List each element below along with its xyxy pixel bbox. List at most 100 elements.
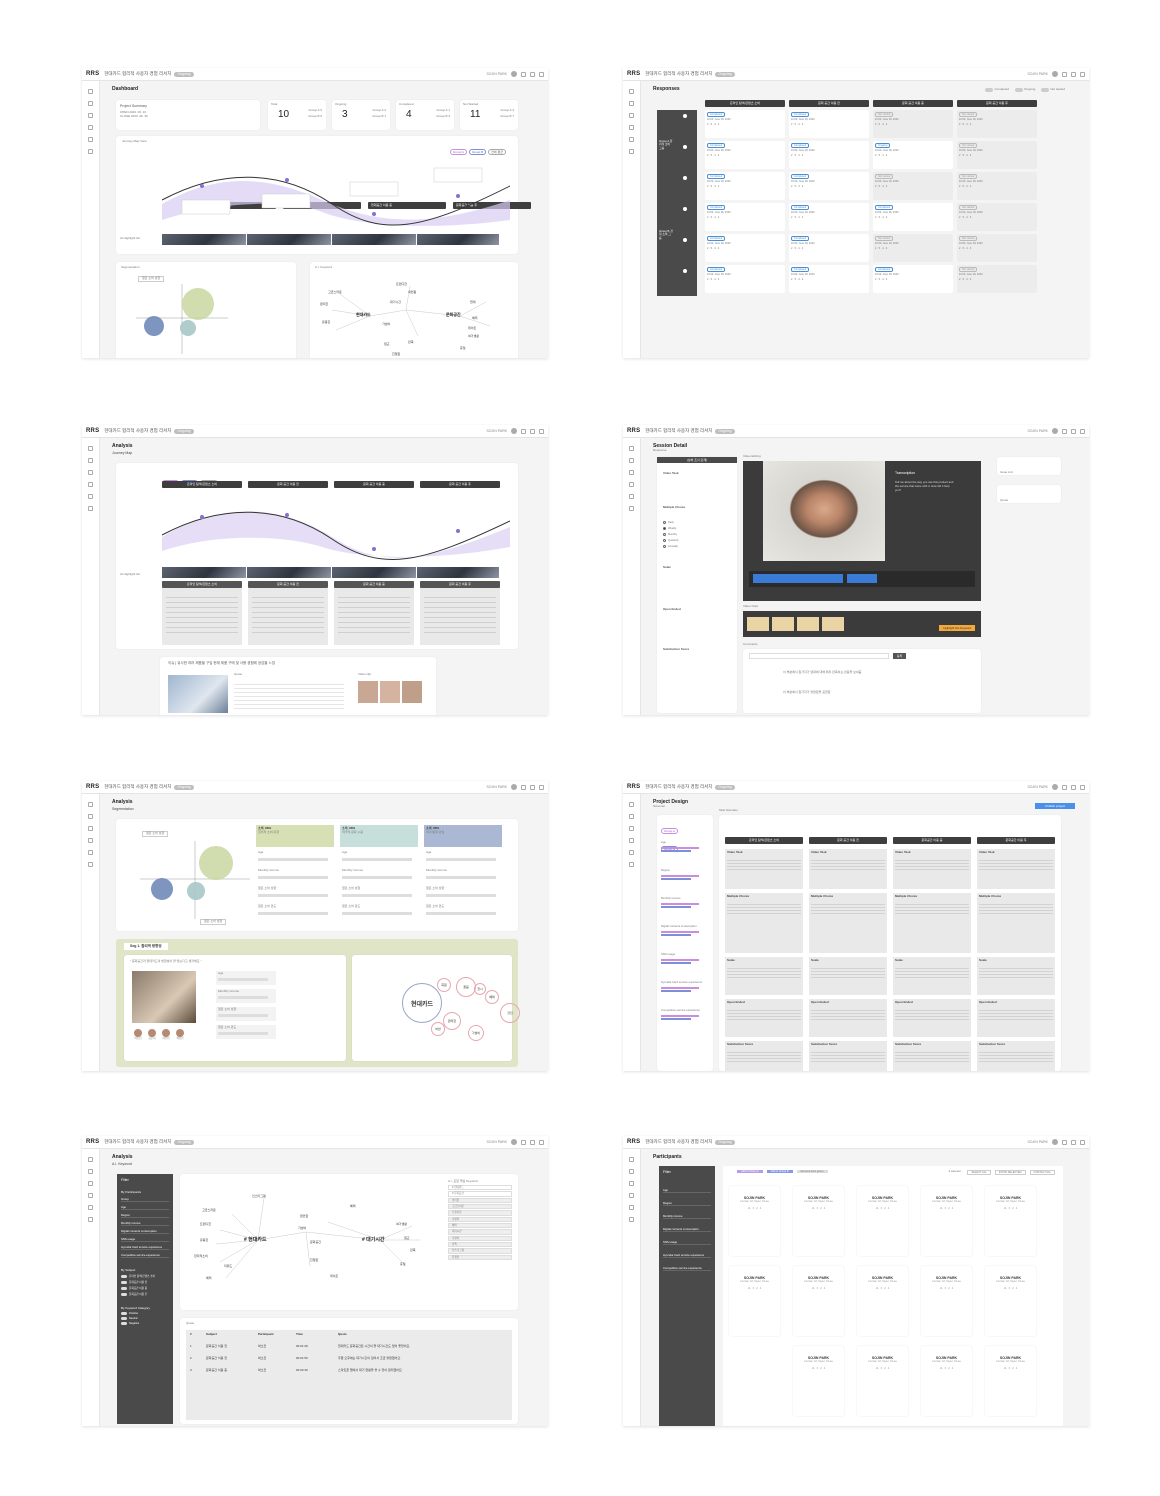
task-card[interactable]: Open Ended xyxy=(893,999,971,1037)
status-toggle[interactable]: Ongoing xyxy=(1014,87,1035,92)
report-icon[interactable] xyxy=(629,850,634,855)
keyword-node[interactable]: 편리한 xyxy=(320,302,328,306)
report-icon[interactable] xyxy=(88,1205,93,1210)
participant-card[interactable]: SOJIN PARK Female, 33, Seoul, Korea 11 · 3… xyxy=(921,1186,972,1256)
keyword-node[interactable]: 현대 xyxy=(470,300,476,304)
task-card[interactable]: Open Ended xyxy=(725,999,803,1037)
criteria-item[interactable]: SNS usage xyxy=(661,952,709,964)
subject-toggle[interactable]: 문화공간 이용 후 xyxy=(121,1292,169,1296)
design-icon[interactable] xyxy=(629,814,634,819)
filter-item[interactable]: Hyundai Card service experience xyxy=(663,1253,711,1258)
keyword-bubble[interactable]: 가성비 xyxy=(468,1025,484,1041)
response-card[interactable]: Not started 10:00, June 18, 2020 2 · 5 · 4… xyxy=(957,265,1037,293)
bell-icon[interactable] xyxy=(1062,428,1067,434)
keyword-list-item[interactable]: 인스타그램 xyxy=(448,1248,512,1254)
subject-toggle[interactable]: 온라인 탐색/콘텐츠 소비 xyxy=(121,1274,169,1278)
category-toggle[interactable]: Neutral xyxy=(121,1317,169,1320)
response-card[interactable]: Completed 10:00, June 18, 2020 2 · 5 · 4 ·… xyxy=(789,172,869,200)
keyword-hub[interactable]: # 현대카드 xyxy=(244,1236,267,1243)
settings-icon[interactable] xyxy=(88,506,93,511)
participant-card[interactable]: SOJIN PARK Female, 33, Seoul, Korea 11 · 3… xyxy=(793,1186,844,1256)
group-action-button[interactable]: Add to Group B xyxy=(766,1170,793,1173)
logout-icon[interactable] xyxy=(1080,784,1085,790)
criteria-item[interactable]: Hyundai Card service experience xyxy=(661,980,709,992)
toggle-switch[interactable] xyxy=(985,88,994,92)
keyword-node[interactable]: 여가생활 xyxy=(396,1222,407,1226)
participant-card[interactable]: SOJIN PARK Female, 33, Seoul, Korea 11 · 3… xyxy=(921,1266,972,1336)
group-a-tag[interactable]: Group A xyxy=(661,828,679,834)
filter-item[interactable]: Region xyxy=(663,1201,711,1206)
status-toggle[interactable]: Completed xyxy=(985,87,1009,92)
report-icon[interactable] xyxy=(88,850,93,855)
keyword-bubble[interactable]: 편리한 xyxy=(443,1012,461,1030)
settings-icon[interactable] xyxy=(88,1217,93,1222)
avatar[interactable] xyxy=(511,784,517,790)
task-card[interactable]: Video Task xyxy=(977,849,1055,889)
share-icon[interactable] xyxy=(1071,428,1076,434)
response-card[interactable]: Completed 10:00, June 18, 2020 2 · 5 · 4 ·… xyxy=(789,141,869,169)
avatar[interactable] xyxy=(511,71,517,77)
keyword-node[interactable]: 친절함 xyxy=(310,1258,318,1262)
keyword-node[interactable]: 유용한 xyxy=(322,320,330,324)
timeline[interactable] xyxy=(749,571,975,587)
category-toggle[interactable]: Positive xyxy=(121,1312,169,1315)
app-logo[interactable]: RRS xyxy=(86,428,99,434)
criteria-item[interactable]: Region xyxy=(661,868,709,880)
logout-icon[interactable] xyxy=(1080,1139,1085,1145)
keyword-node[interactable]: 편안함 xyxy=(300,1214,308,1218)
filter-item[interactable]: Competitive service experience xyxy=(121,1253,169,1258)
criteria-item[interactable]: Digital contents consumption xyxy=(661,924,709,936)
filter-item[interactable]: Competitive service experience xyxy=(663,1266,711,1271)
segment-column[interactable]: 소비, 88% 여가/문화 관심 Age Monthly income 젊은 소비 성향… xyxy=(424,825,502,925)
filter-item[interactable]: Monthly income xyxy=(663,1214,711,1219)
keyword-node[interactable]: 유용한 xyxy=(200,1238,208,1242)
keyword-node[interactable]: 배려 xyxy=(206,1276,212,1280)
bell-icon[interactable] xyxy=(521,1139,526,1145)
response-card[interactable]: Not started 10:00, June 18, 2020 2 · 5 · 4… xyxy=(957,141,1037,169)
analysis-icon[interactable] xyxy=(629,1193,634,1198)
response-card[interactable]: Completed 10:00, June 18, 2020 2 · 5 · 4 ·… xyxy=(705,203,785,231)
stage-tab[interactable]: (상처 조사 단계) xyxy=(657,457,737,463)
keyword-list-item[interactable]: 친절함 xyxy=(448,1254,512,1261)
participant-card[interactable]: SOJIN PARK Female, 33, Seoul, Korea 11 · 3… xyxy=(793,1266,844,1336)
participant-chip[interactable]: 이수민 xyxy=(162,1029,170,1040)
choice-option[interactable]: Monthly xyxy=(663,533,677,537)
response-card[interactable]: Completed 10:00, June 18, 2020 2 · 5 · 4 ·… xyxy=(789,265,869,293)
settings-icon[interactable] xyxy=(629,862,634,867)
choice-option[interactable]: Daily xyxy=(663,521,674,525)
participant-card[interactable]: SOJIN PARK Female, 33, Seoul, Korea 11 · 3… xyxy=(985,1266,1036,1336)
keyword-list-item[interactable]: 혜택 xyxy=(448,1223,512,1229)
keyword-node[interactable]: 인스타그램 xyxy=(252,1194,266,1198)
response-card[interactable]: Not started 10:00, June 18, 2020 2 · 5 · 4… xyxy=(957,203,1037,231)
participant-card[interactable]: SOJIN PARK Female, 33, Seoul, Korea 11 · 3… xyxy=(857,1186,908,1256)
settings-icon[interactable] xyxy=(629,1217,634,1222)
app-logo[interactable]: RRS xyxy=(627,784,640,790)
choice-option[interactable]: Quarterly xyxy=(663,539,679,543)
design-icon[interactable] xyxy=(88,1169,93,1174)
report-icon[interactable] xyxy=(629,137,634,142)
filter-item[interactable]: SNS usage xyxy=(121,1237,169,1242)
home-icon[interactable] xyxy=(88,1157,93,1162)
task-card[interactable]: Open Ended xyxy=(977,999,1055,1037)
analysis-icon[interactable] xyxy=(88,1193,93,1198)
keyword-node[interactable]: 만족 xyxy=(408,340,414,344)
response-card[interactable]: Completed 10:00, June 18, 2020 2 · 5 · 4 ·… xyxy=(705,110,785,138)
keyword-node[interactable]: 고급스러운 xyxy=(202,1208,216,1212)
keyword-node[interactable]: 문화공간 xyxy=(446,312,461,318)
avatar[interactable] xyxy=(1052,784,1058,790)
bell-icon[interactable] xyxy=(1062,71,1067,77)
category-toggle[interactable]: Negative xyxy=(121,1322,169,1325)
app-logo[interactable]: RRS xyxy=(627,428,640,434)
segment-video[interactable] xyxy=(132,971,196,1023)
design-icon[interactable] xyxy=(88,458,93,463)
participant-card[interactable]: SOJIN PARK Female, 33, Seoul, Korea 11 · 3… xyxy=(729,1186,780,1256)
analysis-icon[interactable] xyxy=(629,838,634,843)
keyword-list-item[interactable]: 고급스러운 xyxy=(448,1203,512,1210)
home-icon[interactable] xyxy=(629,802,634,807)
segment-column[interactable]: 소비, 88% 합리적 소비 지향 Age Monthly income 젊은 소비 성… xyxy=(256,825,334,925)
filter-item[interactable]: Age xyxy=(121,1205,169,1210)
response-card[interactable]: Completed 10:00, June 18, 2020 2 · 5 · 4 ·… xyxy=(873,203,953,231)
task-card[interactable]: Scale xyxy=(977,957,1055,995)
keyword-node[interactable]: 현대카드 xyxy=(356,312,371,318)
keyword-node[interactable]: 트렌디한 xyxy=(396,282,407,286)
